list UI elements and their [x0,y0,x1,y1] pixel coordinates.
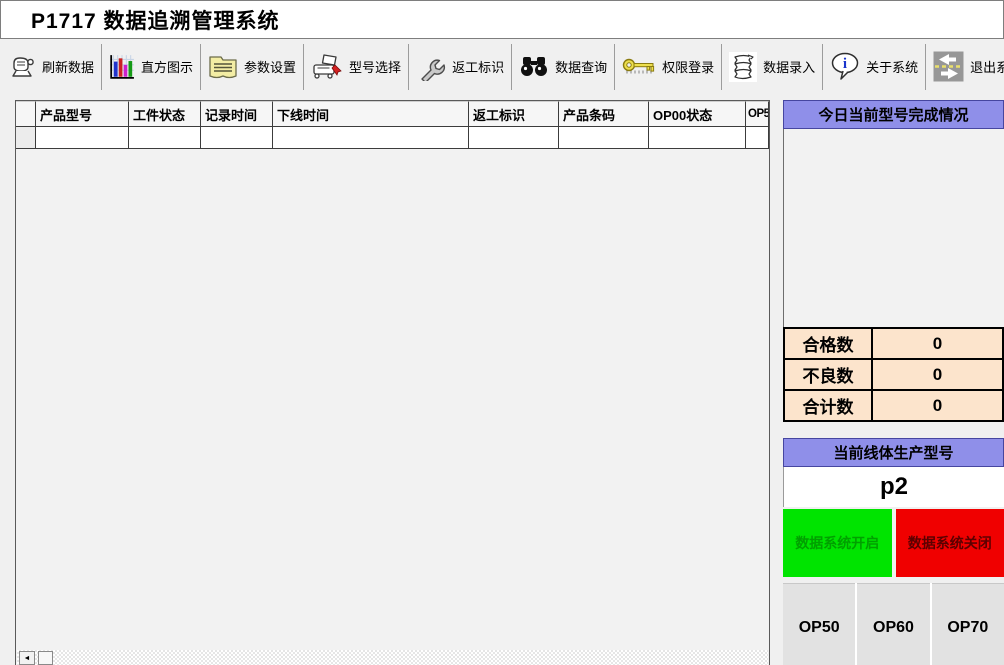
grid-header-row: 产品型号 工件状态 记录时间 下线时间 返工标识 产品条码 OP00状态 OP5… [16,100,769,127]
model-select-icon [311,53,343,80]
stat-row-total: 合计数 0 [785,391,1002,420]
station-op50: OP50 [783,583,856,665]
table-cell[interactable] [129,127,201,149]
table-cell[interactable] [201,127,273,149]
qualified-count-value: 0 [873,329,1002,358]
horizontal-scrollbar[interactable]: ◄ [17,650,768,665]
histogram-icon [109,54,135,80]
toolbar: 刷新数据 直方图示 参数设置 型号选择 返工标识 数据查询 权限登录 数据录入 … [0,41,1004,92]
table-cell[interactable] [559,127,649,149]
defective-count-label: 不良数 [785,360,871,389]
total-count-value: 0 [873,391,1002,420]
toolbar-button-label: 权限登录 [662,60,715,75]
table-cell[interactable] [469,127,559,149]
grid-header-product-model[interactable]: 产品型号 [36,101,129,127]
system-buttons-row: 数据系统开启 数据系统关闭 [783,509,1004,577]
toolbar-button-label: 关于系统 [866,60,919,75]
line-model-header: 当前线体生产型号 [783,438,1004,467]
rework-mark-icon [416,53,446,81]
table-cell[interactable] [36,127,129,149]
toolbar-button-label: 退出系统 [970,60,1004,75]
today-completion-chart-area [783,129,1004,327]
title-bar: P1717 数据追溯管理系统 [0,0,1004,39]
data-system-on-button[interactable]: 数据系统开启 [783,509,892,577]
panel-gap [783,422,1004,438]
permission-login-icon [622,56,656,78]
right-panel: 今日当前型号完成情况 合格数 0 不良数 0 合计数 0 当前线体生产型号 p2… [783,100,1004,665]
table-cell[interactable] [746,127,769,149]
scrollbar-thumb[interactable] [38,651,53,665]
about-system-icon: i [830,52,860,81]
histogram-button[interactable]: 直方图示 [102,43,200,91]
grid-header-selector[interactable] [16,101,36,127]
toolbar-button-label: 刷新数据 [42,60,95,75]
trace-data-grid: 产品型号 工件状态 记录时间 下线时间 返工标识 产品条码 OP00状态 OP5… [15,100,770,665]
svg-text:i: i [843,56,847,72]
toolbar-button-label: 数据录入 [763,60,816,75]
table-cell[interactable] [649,127,746,149]
grid-header-op50[interactable]: OP50 [746,101,769,127]
grid-header-rework-mark[interactable]: 返工标识 [469,101,559,127]
table-row[interactable] [16,127,769,149]
grid-header-workpiece-status[interactable]: 工件状态 [129,101,201,127]
data-query-icon [519,55,549,79]
exit-system-button[interactable]: 退出系统 [926,43,1004,91]
scroll-left-button[interactable]: ◄ [19,651,35,665]
parameters-button[interactable]: 参数设置 [201,43,303,91]
table-cell[interactable] [273,127,469,149]
toolbar-button-label: 参数设置 [244,60,297,75]
data-entry-icon [729,51,758,82]
current-model-value: p2 [783,467,1004,507]
data-entry-button[interactable]: 数据录入 [722,43,822,91]
refresh-data-button[interactable]: 刷新数据 [2,43,101,91]
exit-system-icon [933,51,964,82]
app-title: P1717 数据追溯管理系统 [31,9,280,33]
stat-row-qualified: 合格数 0 [785,329,1002,358]
parameters-icon [208,54,238,79]
stat-row-defective: 不良数 0 [785,360,1002,389]
permission-login-button[interactable]: 权限登录 [615,43,721,91]
station-op60: OP60 [857,583,930,665]
data-system-off-button[interactable]: 数据系统关闭 [895,509,1004,577]
grid-header-product-barcode[interactable]: 产品条码 [559,101,649,127]
data-query-button[interactable]: 数据查询 [512,43,614,91]
qualified-count-label: 合格数 [785,329,871,358]
today-completion-header: 今日当前型号完成情况 [783,100,1004,129]
grid-header-op00-status[interactable]: OP00状态 [649,101,746,127]
about-system-button[interactable]: i 关于系统 [823,43,925,91]
rework-mark-button[interactable]: 返工标识 [409,43,511,91]
station-status-row: OP50 OP60 OP70 [783,583,1004,665]
defective-count-value: 0 [873,360,1002,389]
toolbar-button-label: 直方图示 [141,60,194,75]
station-op70: OP70 [931,583,1004,665]
grid-header-record-time[interactable]: 记录时间 [201,101,273,127]
completion-stats-table: 合格数 0 不良数 0 合计数 0 [783,327,1004,422]
total-count-label: 合计数 [785,391,871,420]
toolbar-button-label: 返工标识 [452,60,505,75]
model-select-button[interactable]: 型号选择 [304,43,408,91]
grid-header-offline-time[interactable]: 下线时间 [273,101,469,127]
toolbar-button-label: 数据查询 [555,60,608,75]
refresh-data-icon [9,54,36,80]
row-selector-cell[interactable] [16,127,36,149]
toolbar-button-label: 型号选择 [349,60,402,75]
